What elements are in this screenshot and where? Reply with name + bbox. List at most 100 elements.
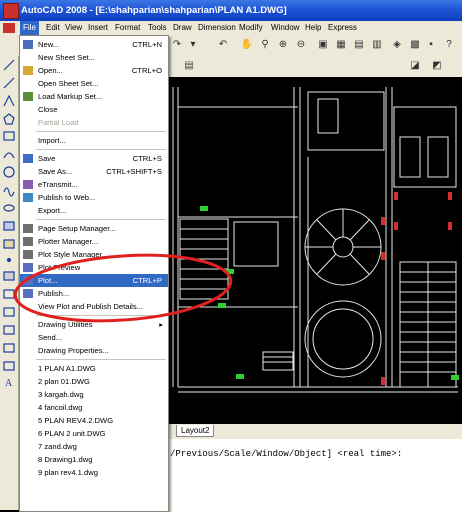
menu-window[interactable]: Window (268, 21, 302, 35)
menu-edit[interactable]: Edit (43, 21, 63, 35)
menu-tools[interactable]: Tools (145, 21, 170, 35)
window-title: AutoCAD 2008 - [E:\shahparian\shahparian… (21, 5, 287, 16)
file-menu-item-drawing-properties[interactable]: Drawing Properties... (20, 344, 168, 357)
file-menu-item-label: 7 zand.dwg (38, 442, 77, 451)
file-menu-item-new-sheet-set[interactable]: New Sheet Set... (20, 51, 168, 64)
file-menu-item-plot[interactable]: Plot... CTRL+P (20, 274, 168, 287)
file-menu-item-shortcut: CTRL+P (132, 276, 162, 285)
title-bar: AutoCAD 2008 - [E:\shahparian\shahparian… (0, 0, 462, 21)
document-icon[interactable] (3, 23, 15, 33)
quickcalc-icon[interactable]: ▩ (408, 38, 422, 52)
publish-icon (23, 289, 33, 298)
file-menu-item-close[interactable]: Close (20, 103, 168, 116)
file-menu-item-label: Publish... (38, 289, 70, 298)
file-menu-item-label: Open Sheet Set... (38, 79, 99, 88)
file-menu-item-label: 5 PLAN REV4.2.DWG (38, 416, 114, 425)
file-menu-item-label: Page Setup Manager... (38, 224, 116, 233)
file-menu-item-label: 6 PLAN 2 unit.DWG (38, 429, 106, 438)
file-menu-item-8-drawing1-dwg[interactable]: 8 Drawing1.dwg (20, 453, 168, 466)
file-menu-item-drawing-utilities[interactable]: Drawing Utilities ▸ (20, 318, 168, 331)
sheet-set-icon[interactable]: ▥ (370, 38, 384, 52)
file-menu-item-label: Plot Style Manager... (38, 250, 109, 259)
drawing-canvas[interactable] (168, 77, 462, 424)
file-menu-item-partial-load: Partial Load (20, 116, 168, 129)
tab-layout2[interactable]: Layout2 (176, 425, 215, 437)
zoom-previous-icon[interactable]: ⊖ (294, 38, 308, 52)
page-setup-manager-icon (23, 224, 33, 233)
autocad-app-icon[interactable] (3, 3, 19, 19)
file-menu-item-7-zand-dwg[interactable]: 7 zand.dwg (20, 440, 168, 453)
zoom-window-icon[interactable]: ⊕ (276, 38, 290, 52)
pan-icon[interactable]: ✋ (240, 38, 254, 52)
menu-separator (36, 315, 166, 316)
properties-icon[interactable]: ▣ (316, 38, 330, 52)
file-menu-item-plot-preview[interactable]: Plot Preview (20, 261, 168, 274)
file-menu-item-new[interactable]: New... CTRL+N (20, 38, 168, 51)
menu-dimension[interactable]: Dimension (195, 21, 239, 35)
file-menu-item-1-plan-a1-dwg[interactable]: 1 PLAN A1.DWG (20, 362, 168, 375)
file-menu-item-label: New... (38, 40, 60, 49)
file-menu-item-6-plan-2-unit-dwg[interactable]: 6 PLAN 2 unit.DWG (20, 427, 168, 440)
plotter-manager-icon (23, 237, 33, 246)
file-menu-item-label: New Sheet Set... (38, 53, 95, 62)
file-menu-item-9-plan-rev4-1-dwg[interactable]: 9 plan rev4.1.dwg (20, 466, 168, 479)
file-menu-item-plotter-manager[interactable]: Plotter Manager... (20, 235, 168, 248)
file-menu-item-publish[interactable]: Publish... (20, 287, 168, 300)
file-menu-item-open[interactable]: Open... CTRL+O (20, 64, 168, 77)
file-menu-item-label: Drawing Utilities (38, 320, 93, 329)
file-menu-item-4-fancoil-dwg[interactable]: 4 fancoil.dwg (20, 401, 168, 414)
layer-manager-icon[interactable]: ▤ (182, 59, 196, 73)
make-object-layer-current-icon[interactable]: ◪ (408, 59, 422, 73)
file-menu-item-label: 1 PLAN A1.DWG (38, 364, 96, 373)
command-window[interactable]: /Previous/Scale/Window/Object] <real tim… (168, 437, 462, 512)
file-menu-item-export[interactable]: Export... (20, 204, 168, 217)
file-menu-item-label: Load Markup Set... (38, 92, 103, 101)
load-markup-set-icon (23, 92, 33, 101)
file-menu-item-view-plot-and-publish-details[interactable]: View Plot and Publish Details... (20, 300, 168, 313)
help-icon[interactable]: ? (442, 38, 456, 52)
file-menu-item-save[interactable]: Save CTRL+S (20, 152, 168, 165)
plot-style-manager-icon (23, 250, 33, 259)
menu-separator (36, 219, 166, 220)
menu-draw[interactable]: Draw (170, 21, 195, 35)
menu-file[interactable]: File (20, 21, 39, 35)
file-menu-item-shortcut: CTRL+S (132, 154, 162, 163)
open-icon (23, 66, 33, 75)
file-menu-item-etransmit[interactable]: eTransmit... (20, 178, 168, 191)
file-menu-item-import[interactable]: Import... (20, 134, 168, 147)
file-menu-item-page-setup-manager[interactable]: Page Setup Manager... (20, 222, 168, 235)
menu-insert[interactable]: Insert (85, 21, 111, 35)
menu-view[interactable]: View (62, 21, 85, 35)
redo-icon[interactable]: ↷ (170, 38, 184, 52)
undo-icon[interactable]: ↶ (216, 38, 230, 52)
file-menu-item-label: Send... (38, 333, 63, 342)
file-menu-item-load-markup-set[interactable]: Load Markup Set... (20, 90, 168, 103)
menu-format[interactable]: Format (112, 21, 143, 35)
file-menu-item-label: 3 kargah.dwg (38, 390, 84, 399)
file-menu-item-label: Drawing Properties... (38, 346, 109, 355)
file-menu-item-save-as[interactable]: Save As... CTRL+SHIFT+S (20, 165, 168, 178)
tool-palettes-icon[interactable]: ▤ (352, 38, 366, 52)
menu-help[interactable]: Help (302, 21, 324, 35)
floor-plan-drawing (172, 87, 459, 393)
file-menu-item-label: Partial Load (38, 118, 79, 127)
file-menu-item-2-plan-01-dwg[interactable]: 2 plan 01.DWG (20, 375, 168, 388)
layer-previous-icon[interactable]: ◩ (430, 59, 444, 73)
file-menu-item-label: eTransmit... (38, 180, 78, 189)
file-menu-item-label: 4 fancoil.dwg (38, 403, 83, 412)
design-center-icon[interactable]: ▦ (334, 38, 348, 52)
file-menu-item-label: Save As... (38, 167, 73, 176)
calculator-icon[interactable]: ▪ (424, 38, 438, 52)
zoom-realtime-icon[interactable]: ⚲ (258, 38, 272, 52)
file-menu-item-plot-style-manager[interactable]: Plot Style Manager... (20, 248, 168, 261)
file-menu-item-publish-to-web[interactable]: Publish to Web... (20, 191, 168, 204)
draw-tools-icons[interactable]: A (0, 56, 18, 510)
undo-dropdown-icon[interactable]: ▾ (186, 38, 200, 52)
file-menu-item-open-sheet-set[interactable]: Open Sheet Set... (20, 77, 168, 90)
file-menu-item-5-plan-rev4-2-dwg[interactable]: 5 PLAN REV4.2.DWG (20, 414, 168, 427)
menu-modify[interactable]: Modify (236, 21, 266, 35)
file-menu-item-send[interactable]: Send... (20, 331, 168, 344)
markup-icon[interactable]: ◈ (390, 38, 404, 52)
menu-express[interactable]: Express (325, 21, 360, 35)
file-menu-item-3-kargah-dwg[interactable]: 3 kargah.dwg (20, 388, 168, 401)
